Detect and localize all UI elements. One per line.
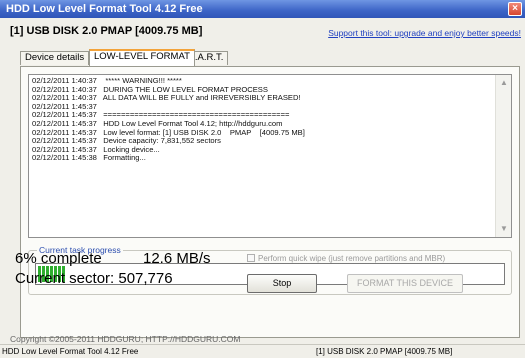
status-app-name: HDD Low Level Format Tool 4.12 Free <box>2 347 139 356</box>
main-window: [1] USB DISK 2.0 PMAP [4009.75 MB] Suppo… <box>0 18 525 344</box>
log-line: 02/12/2011 1:40:37 ALL DATA WILL BE FULL… <box>32 93 301 103</box>
low-level-format-panel: 02/12/2011 1:40:37 ***** WARNING!!! ****… <box>20 66 520 338</box>
status-device: [1] USB DISK 2.0 PMAP [4009.75 MB] <box>316 347 453 356</box>
stop-button[interactable]: Stop <box>247 274 317 293</box>
log-scrollbar[interactable]: ▲ ▼ <box>495 75 511 237</box>
percent-complete: 6% complete <box>15 250 102 267</box>
quick-wipe-option[interactable]: Perform quick wipe (just remove partitio… <box>247 254 445 263</box>
quick-wipe-checkbox[interactable] <box>247 254 255 262</box>
selected-device-label: [1] USB DISK 2.0 PMAP [4009.75 MB] <box>10 25 203 37</box>
tab-device-details[interactable]: Device details <box>20 51 90 65</box>
scroll-down-icon[interactable]: ▼ <box>498 223 510 235</box>
format-device-button[interactable]: FORMAT THIS DEVICE <box>347 274 463 293</box>
log-lines: 02/12/2011 1:40:37 ***** WARNING!!! ****… <box>32 76 492 163</box>
status-bar: HDD Low Level Format Tool 4.12 Free [1] … <box>0 344 525 358</box>
window-titlebar[interactable]: HDD Low Level Format Tool 4.12 Free × <box>0 0 525 18</box>
support-link[interactable]: Support this tool: upgrade and enjoy bet… <box>328 28 521 38</box>
window-title: HDD Low Level Format Tool 4.12 Free <box>6 3 203 15</box>
copyright-text: Copyright ©2005-2011 HDDGURU; HTTP://HDD… <box>10 334 241 344</box>
quick-wipe-label: Perform quick wipe (just remove partitio… <box>258 254 446 263</box>
format-speed: 12.6 MB/s <box>143 250 211 267</box>
tab-low-level-format[interactable]: LOW-LEVEL FORMAT <box>89 49 195 66</box>
scroll-up-icon[interactable]: ▲ <box>498 77 510 89</box>
log-box[interactable]: 02/12/2011 1:40:37 ***** WARNING!!! ****… <box>28 74 512 238</box>
close-icon[interactable]: × <box>508 2 522 16</box>
current-sector: Current sector: 507,776 <box>15 270 173 287</box>
log-line: 02/12/2011 1:45:38 Formatting... <box>32 153 146 163</box>
